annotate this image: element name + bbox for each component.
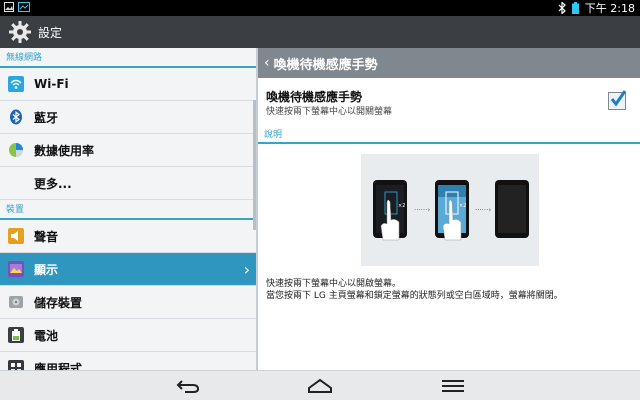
app-title: 設定 xyxy=(38,26,63,40)
sidebar-item-data-usage[interactable]: 數據使用率 xyxy=(0,134,256,167)
data-usage-icon xyxy=(8,142,24,158)
sidebar-item-label: 儲存裝置 xyxy=(34,295,83,310)
detail-title: 喚機待機感應手勢 xyxy=(273,57,378,73)
sidebar-item-display[interactable]: 顯示 › xyxy=(0,253,256,286)
knock-on-checkbox[interactable] xyxy=(608,90,627,110)
back-chevron-icon[interactable]: ‹ xyxy=(264,55,270,71)
back-button[interactable] xyxy=(173,376,203,396)
setting-subtitle: 快速按兩下螢幕中心以開關螢幕 xyxy=(266,107,393,117)
status-right: 下午 2:18 xyxy=(558,0,635,16)
status-time: 下午 2:18 xyxy=(584,2,635,15)
app-title-bar: 設定 xyxy=(0,16,640,48)
checkmark-icon xyxy=(610,90,627,107)
section-header-description: 說明 xyxy=(258,126,640,144)
svg-text:······›: ······› xyxy=(475,206,491,214)
storage-icon xyxy=(8,294,24,310)
sidebar-item-label: Wi-Fi xyxy=(34,77,69,91)
svg-text:×2: ×2 xyxy=(398,203,405,209)
sidebar-item-label: 顯示 xyxy=(34,262,59,277)
knock-on-setting-row[interactable]: 喚機待機感應手勢 快速按兩下螢幕中心以開關螢幕 xyxy=(258,78,640,126)
screen-notification-icon xyxy=(18,2,30,12)
settings-list[interactable]: 無線網路 Wi-Fi 藍牙 數據使用率 更多... 裝置 聲音 顯示 › 儲存裝… xyxy=(0,48,256,370)
detail-pane: ‹ 喚機待機感應手勢 喚機待機感應手勢 快速按兩下螢幕中心以開關螢幕 說明 ×2… xyxy=(256,48,640,370)
apps-icon xyxy=(8,360,24,370)
description-line-1: 快速按兩下螢幕中心以開啟螢幕。 xyxy=(266,279,402,289)
battery-icon xyxy=(8,327,24,343)
section-header-wireless: 無線網路 xyxy=(0,48,256,68)
gallery-notification-icon xyxy=(4,2,14,12)
description-text: 快速按兩下螢幕中心以開啟螢幕。 當您按兩下 LG 主頁螢幕和鎖定螢幕的狀態列或空… xyxy=(266,278,563,302)
sidebar-item-label: 聲音 xyxy=(34,229,59,244)
sound-icon xyxy=(8,228,24,244)
sidebar-item-label: 藍牙 xyxy=(34,110,59,125)
sidebar-item-wifi[interactable]: Wi-Fi xyxy=(0,68,256,101)
sidebar-item-label: 電池 xyxy=(34,328,59,343)
detail-header[interactable]: ‹ 喚機待機感應手勢 xyxy=(258,48,640,78)
battery-status-icon xyxy=(571,2,579,14)
sidebar-item-label: 應用程式 xyxy=(34,361,83,371)
description-line-2: 當您按兩下 LG 主頁螢幕和鎖定螢幕的狀態列或空白區域時，螢幕將關閉。 xyxy=(266,291,563,301)
display-icon xyxy=(8,261,24,277)
chevron-right-icon: › xyxy=(243,260,250,279)
sidebar-item-storage[interactable]: 儲存裝置 xyxy=(0,286,256,319)
svg-text:×2: ×2 xyxy=(459,203,466,209)
wifi-icon xyxy=(8,76,24,92)
menu-icon xyxy=(442,380,464,392)
settings-gear-icon xyxy=(9,21,31,43)
knock-on-illustration: ×2 ······› ×2 ······› xyxy=(361,154,539,266)
section-header-device: 裝置 xyxy=(0,200,256,220)
sidebar-item-label: 數據使用率 xyxy=(34,143,95,158)
sidebar-item-sound[interactable]: 聲音 xyxy=(0,220,256,253)
navigation-bar xyxy=(0,370,640,400)
menu-button[interactable] xyxy=(438,376,468,396)
sidebar-item-apps[interactable]: 應用程式 xyxy=(0,352,256,370)
status-bar: 下午 2:18 xyxy=(0,0,640,16)
home-button[interactable] xyxy=(305,376,335,396)
back-arrow-icon xyxy=(176,380,200,393)
svg-text:······›: ······› xyxy=(414,206,430,214)
home-icon xyxy=(308,378,332,393)
blank-icon xyxy=(8,175,24,191)
sidebar-item-bluetooth[interactable]: 藍牙 xyxy=(0,101,256,134)
sidebar-item-label: 更多... xyxy=(34,176,72,191)
setting-title: 喚機待機感應手勢 xyxy=(266,90,363,104)
bluetooth-icon xyxy=(8,109,24,125)
sidebar-item-battery[interactable]: 電池 xyxy=(0,319,256,352)
status-left xyxy=(4,2,30,12)
sidebar-item-more[interactable]: 更多... xyxy=(0,167,256,200)
bluetooth-status-icon xyxy=(558,2,566,14)
